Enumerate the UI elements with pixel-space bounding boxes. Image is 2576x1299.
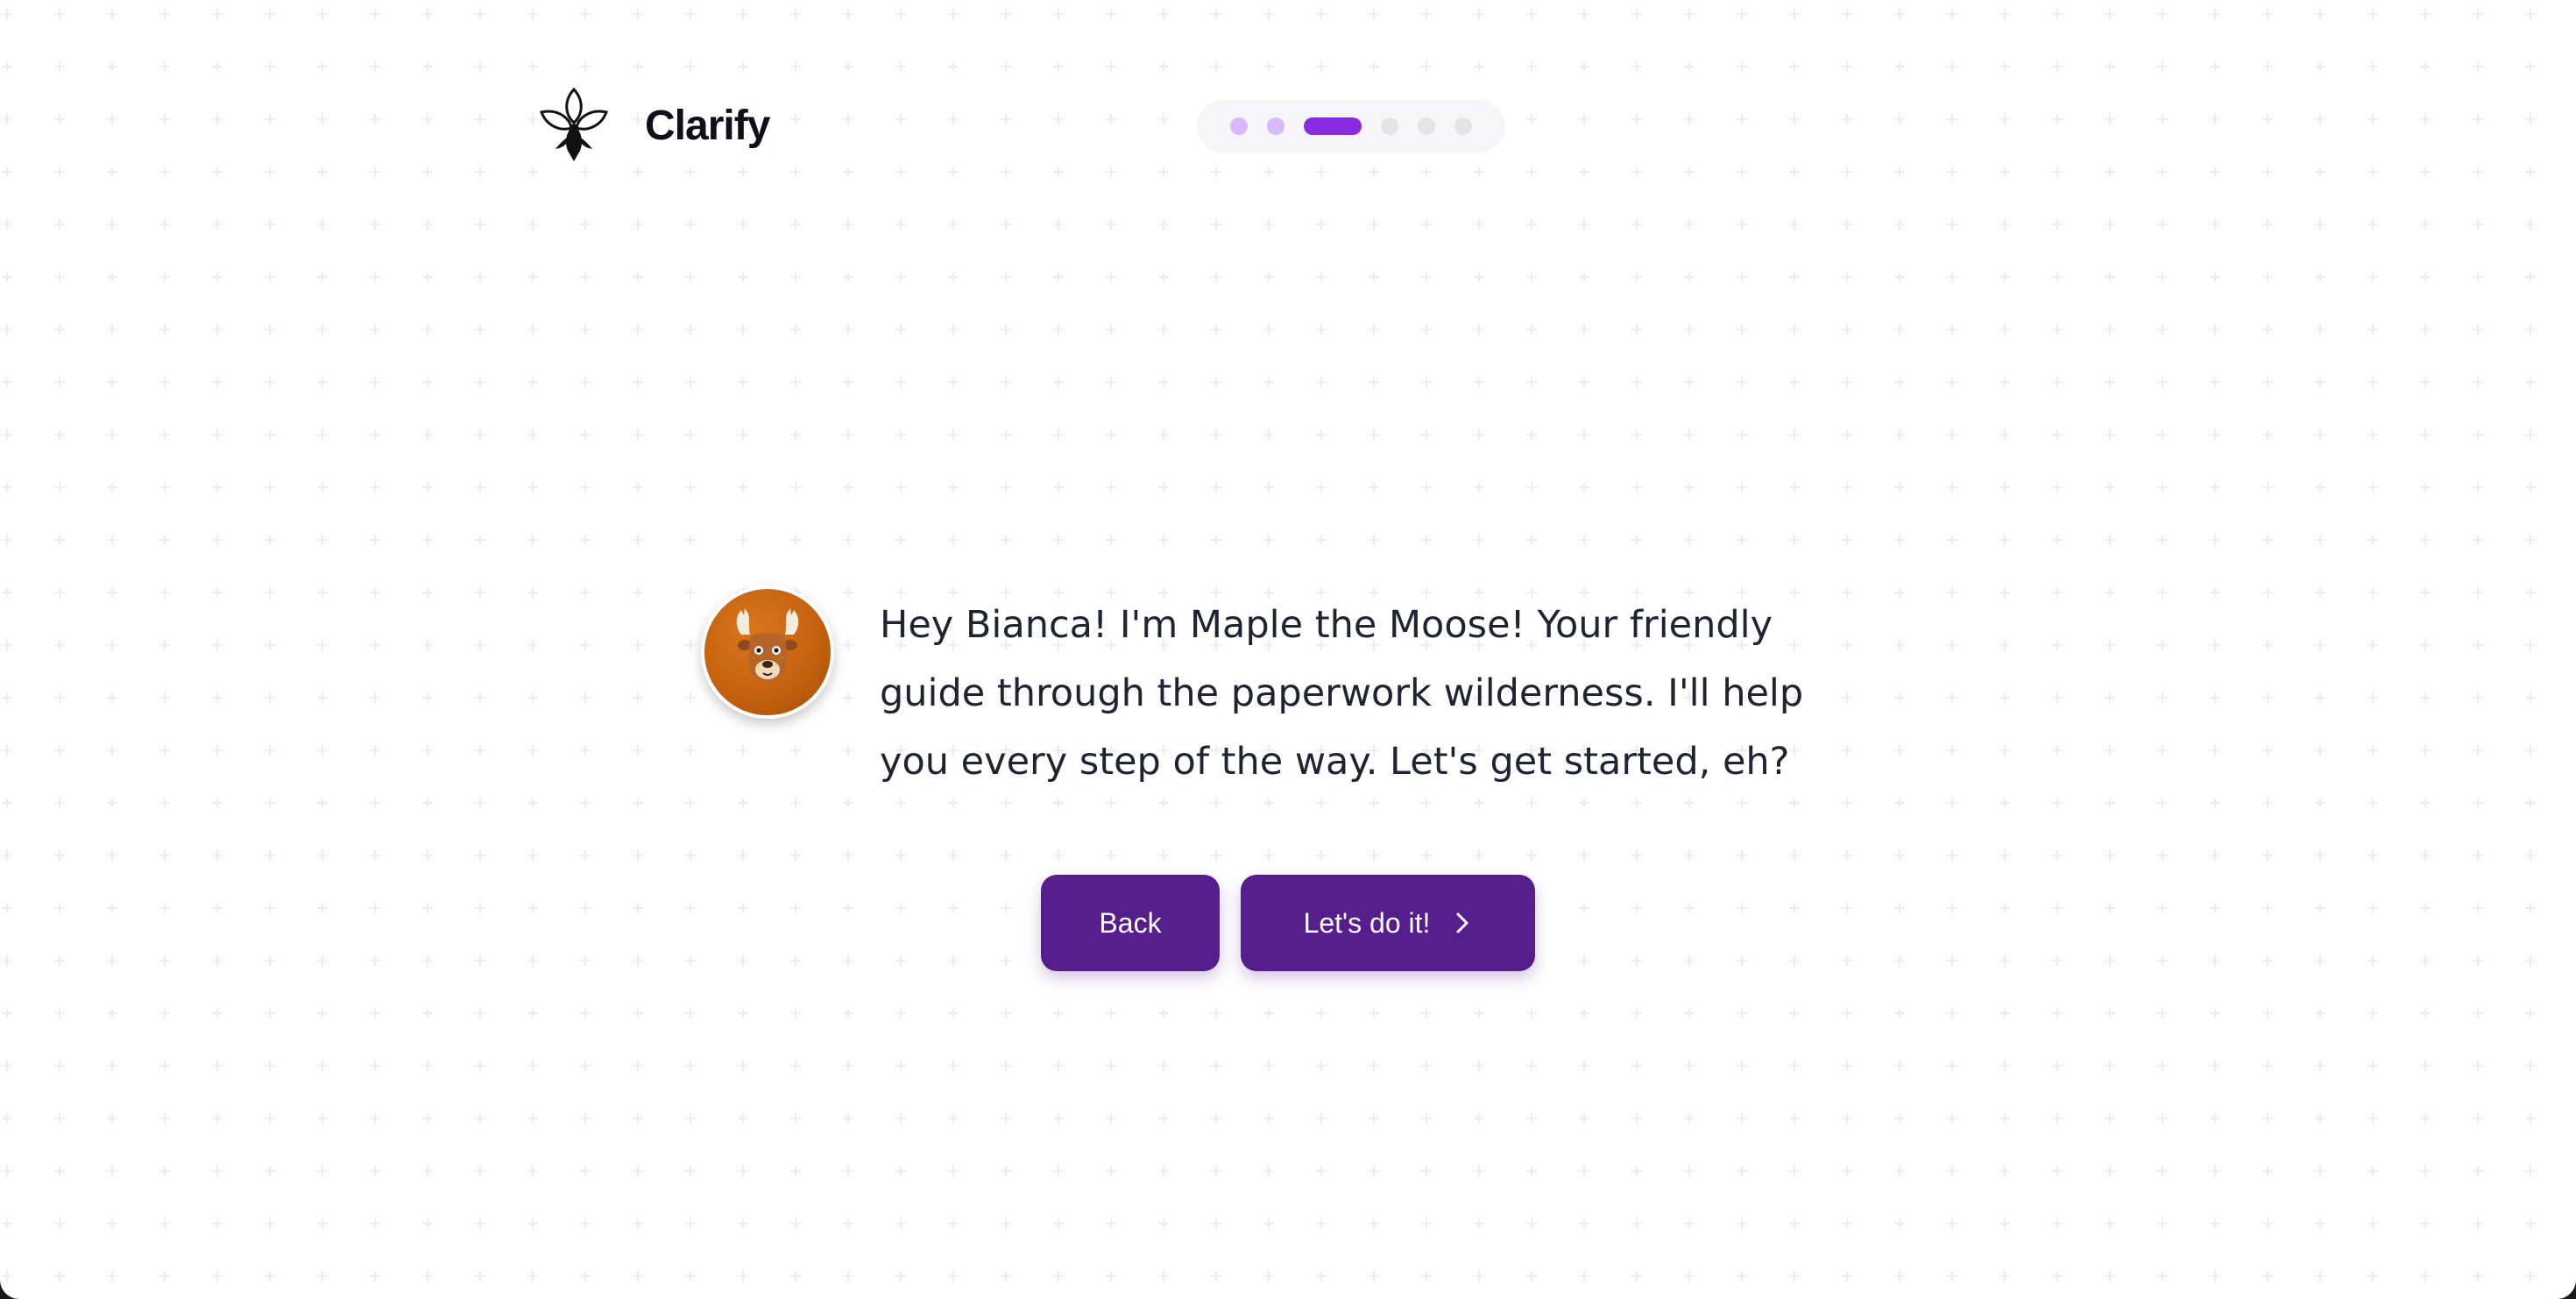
action-buttons: Back Let's do it! <box>1041 875 1535 971</box>
step-dot-1 <box>1230 117 1248 135</box>
guide-message-text: Hey Bianca! I'm Maple the Moose! Your fr… <box>880 603 1804 784</box>
back-button-label: Back <box>1099 906 1162 939</box>
lets-do-it-button-label: Let's do it! <box>1303 906 1431 939</box>
step-dot-5 <box>1418 117 1435 135</box>
moose-avatar <box>701 586 834 719</box>
app-name: Clarify <box>645 102 770 149</box>
moose-icon <box>736 608 799 682</box>
onboarding-page: Clarify Hey Bianca! I'm Maple the Moose!… <box>0 0 2576 1299</box>
header: Clarify <box>0 0 2576 254</box>
guide-message: Hey Bianca! I'm Maple the Moose! Your fr… <box>701 586 1861 834</box>
lets-do-it-button[interactable]: Let's do it! <box>1241 875 1535 971</box>
step-dot-4 <box>1381 117 1398 135</box>
step-dot-3-current <box>1304 117 1362 135</box>
progress-stepper <box>1197 100 1505 153</box>
chevron-right-icon <box>1456 912 1468 933</box>
step-dot-2 <box>1267 117 1284 135</box>
step-dot-6 <box>1454 117 1472 135</box>
trillium-flower-logo-icon <box>539 88 609 161</box>
app-logo[interactable]: Clarify <box>538 88 770 163</box>
back-button[interactable]: Back <box>1041 875 1220 971</box>
